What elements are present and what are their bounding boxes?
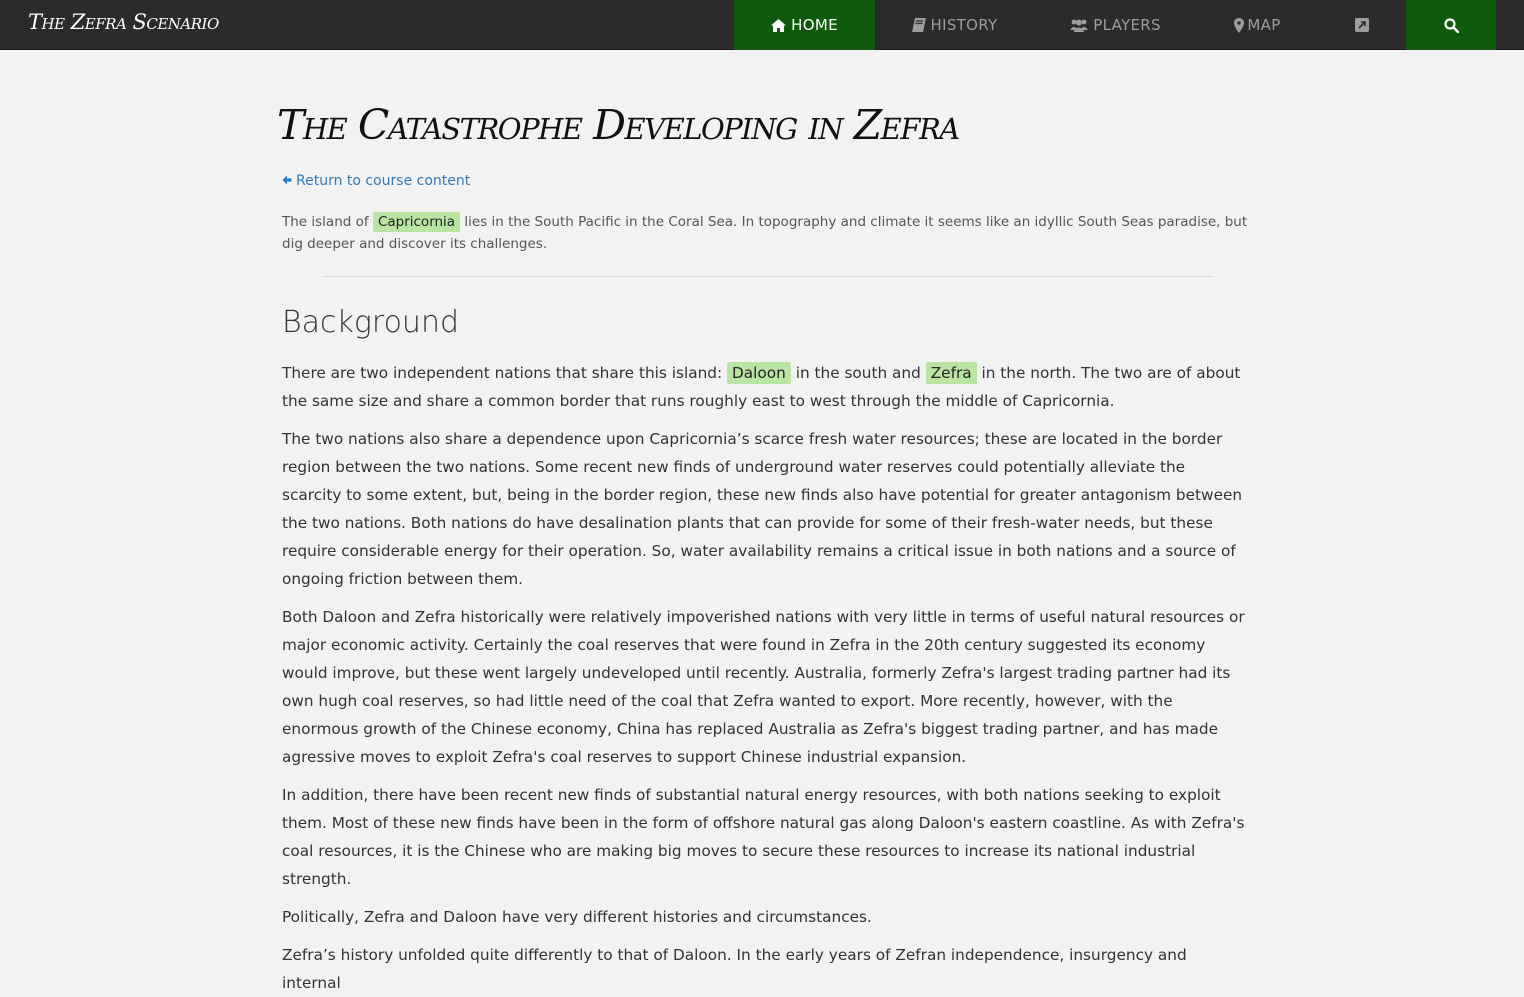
paragraph-5: Politically, Zefra and Daloon have very …: [282, 908, 872, 926]
home-icon: [771, 18, 787, 32]
nav-label-home: HOME: [791, 16, 838, 34]
nav-label-players: PLAYERS: [1093, 16, 1161, 34]
nav-menu: HOME HISTORY PLAYERS MAP: [734, 0, 1496, 50]
return-link-label: Return to course content: [296, 173, 471, 189]
nav-item-home[interactable]: HOME: [734, 0, 875, 50]
brand-logo[interactable]: The Zefra Scenario: [28, 10, 219, 34]
intro-text: The island of Capricornia lies in the So…: [282, 211, 1248, 255]
users-icon: [1070, 18, 1089, 32]
paragraph-3: Both Daloon and Zefra historically were …: [282, 608, 1245, 766]
nav-item-history[interactable]: HISTORY: [875, 0, 1034, 50]
intro-text-before: The island of: [282, 214, 373, 230]
page-title: The Catastrophe Developing in Zefra: [277, 101, 960, 149]
nav-label-history: HISTORY: [930, 16, 998, 34]
external-link-icon: [1355, 18, 1369, 32]
search-icon: [1443, 17, 1459, 33]
glossary-term-daloon[interactable]: Daloon: [727, 362, 791, 384]
paragraph-6: Zefra’s history unfolded quite different…: [282, 946, 1187, 992]
arrow-left-icon: [282, 173, 292, 189]
paragraph-1-text-a: There are two independent nations that s…: [282, 364, 727, 382]
nav-item-search[interactable]: [1406, 0, 1496, 50]
top-navbar: The Zefra Scenario HOME HISTORY PLAYERS …: [0, 0, 1524, 50]
paragraph-2: The two nations also share a dependence …: [282, 430, 1243, 588]
nav-label-map: MAP: [1247, 16, 1281, 34]
glossary-term-capricornia[interactable]: Capricornia: [372, 212, 461, 232]
nav-item-map[interactable]: MAP: [1197, 0, 1318, 50]
nav-item-external[interactable]: [1318, 0, 1406, 50]
section-heading-background: Background: [282, 305, 459, 340]
book-icon: [911, 18, 926, 32]
main-content: The Catastrophe Developing in Zefra Retu…: [277, 96, 1248, 997]
divider: [322, 276, 1214, 277]
glossary-term-zefra[interactable]: Zefra: [925, 362, 977, 384]
return-to-course-link[interactable]: Return to course content: [282, 173, 470, 189]
nav-item-players[interactable]: PLAYERS: [1034, 0, 1197, 50]
map-marker-icon: [1234, 17, 1245, 33]
paragraph-1: There are two independent nations that s…: [282, 359, 1248, 415]
paragraph-4: In addition, there have been recent new …: [282, 786, 1245, 888]
paragraph-1-text-b: in the south and: [790, 364, 926, 382]
